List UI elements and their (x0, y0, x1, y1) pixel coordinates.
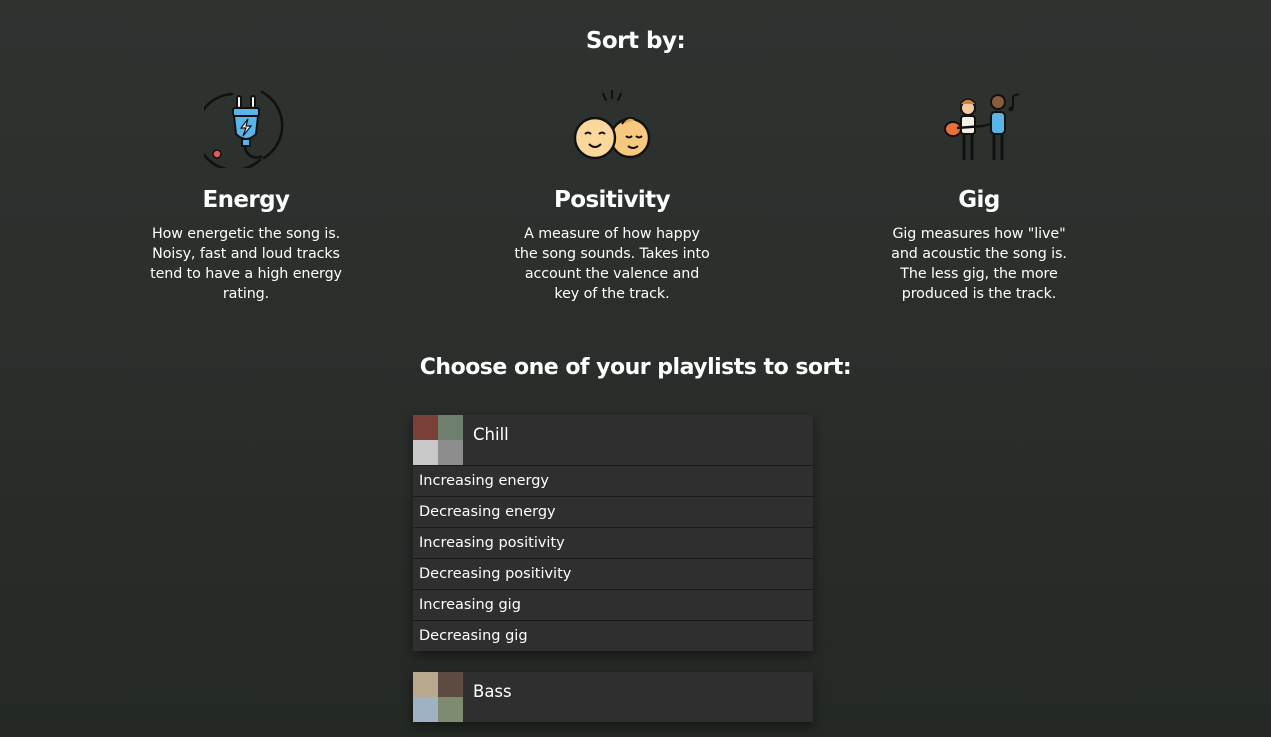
feature-description: How energetic the song is. Noisy, fast a… (150, 226, 342, 302)
playlist-cover (413, 672, 463, 722)
playlist-card-bass: Bass (413, 672, 813, 722)
playlist-name: Chill (473, 425, 509, 444)
sort-option-decreasing-energy[interactable]: Decreasing energy (413, 496, 813, 527)
playlist-name: Bass (473, 682, 512, 701)
musicians-icon (937, 84, 1021, 168)
feature-title: Energy (202, 187, 290, 213)
feature-positivity: Positivity A measure of how happy the so… (502, 84, 722, 304)
cover-tile (413, 440, 438, 465)
playlist-cover (413, 415, 463, 465)
playlist-header[interactable]: Bass (413, 672, 813, 722)
cover-tile (413, 415, 438, 440)
cover-tile (438, 697, 463, 722)
cover-tile (438, 415, 463, 440)
happy-faces-icon (570, 84, 654, 168)
feature-description: Gig measures how "live" and acoustic the… (891, 226, 1067, 302)
sort-option-increasing-energy[interactable]: Increasing energy (413, 465, 813, 496)
choose-playlist-heading: Choose one of your playlists to sort: (419, 355, 852, 380)
playlist-card-chill: Chill Increasing energy Decreasing energ… (413, 415, 813, 651)
sort-option-decreasing-positivity[interactable]: Decreasing positivity (413, 558, 813, 589)
feature-description: A measure of how happy the song sounds. … (514, 226, 710, 302)
feature-title: Gig (958, 187, 1000, 213)
power-plug-icon (204, 84, 288, 168)
sort-option-decreasing-gig[interactable]: Decreasing gig (413, 620, 813, 651)
cover-tile (438, 440, 463, 465)
feature-energy: Energy How energetic the song is. Noisy,… (136, 84, 356, 304)
cover-tile (413, 697, 438, 722)
playlist-header[interactable]: Chill (413, 415, 813, 465)
cover-tile (413, 672, 438, 697)
cover-tile (438, 672, 463, 697)
sort-by-heading: Sort by: (585, 28, 686, 54)
feature-gig: Gig Gig measures how "live" and acoustic… (869, 84, 1089, 304)
sort-option-increasing-gig[interactable]: Increasing gig (413, 589, 813, 620)
feature-title: Positivity (554, 187, 671, 213)
sort-option-increasing-positivity[interactable]: Increasing positivity (413, 527, 813, 558)
